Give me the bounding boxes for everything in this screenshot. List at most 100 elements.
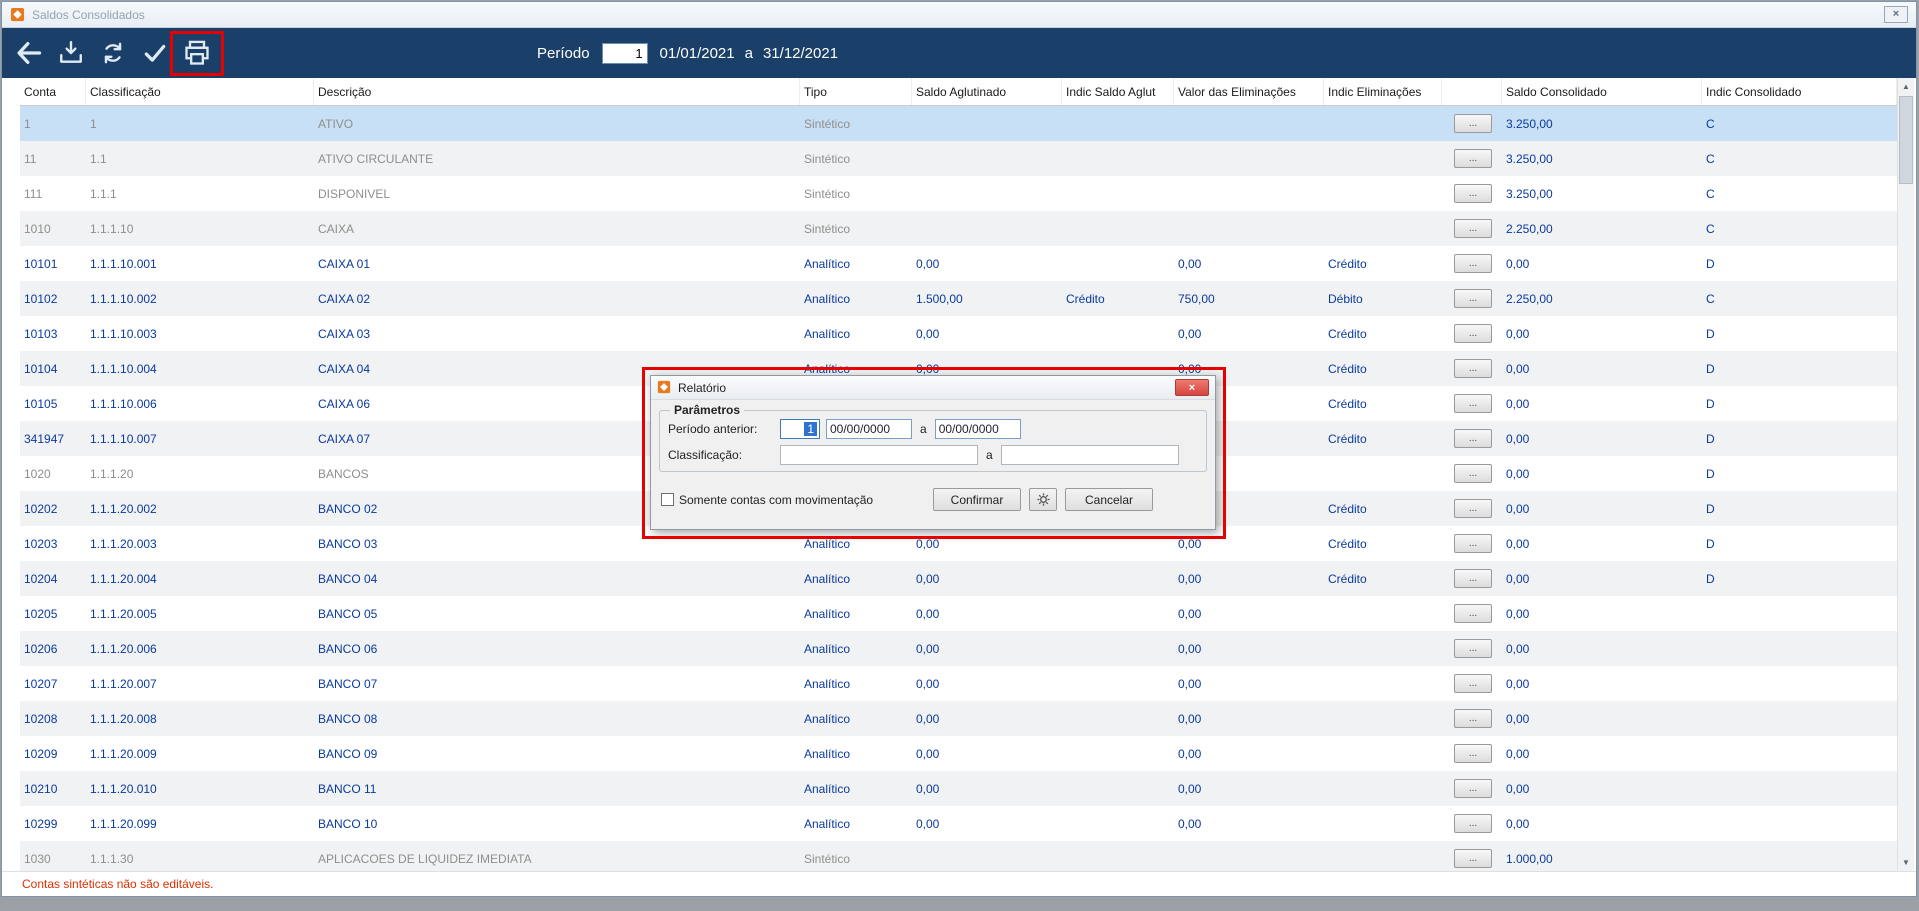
table-row[interactable]: 11 1.1 ATIVO CIRCULANTE Sintético... 3.250,0…: [20, 141, 1897, 176]
column-header-descricao[interactable]: Descrição: [314, 78, 800, 105]
settings-button[interactable]: [1029, 488, 1057, 511]
status-message: Contas sintéticas não são editáveis.: [22, 877, 214, 891]
cell-saldo_aglutinado: 1.500,00: [916, 291, 963, 306]
row-detail-button[interactable]: ...: [1454, 639, 1492, 658]
column-header-tipo[interactable]: Tipo: [800, 78, 912, 105]
row-detail-button[interactable]: ...: [1454, 254, 1492, 273]
table-row[interactable]: 1030 1.1.1.30 APLICACOES DE LIQUIDEZ IMEDI…: [20, 841, 1897, 871]
row-detail-button[interactable]: ...: [1454, 674, 1492, 693]
row-detail-button[interactable]: ...: [1454, 499, 1492, 518]
column-header-indic_eliminacoes[interactable]: Indic Eliminações: [1324, 78, 1442, 105]
table-row[interactable]: 10102 1.1.1.10.002 CAIXA 02 Analítico 1.500,…: [20, 281, 1897, 316]
classification-from-input[interactable]: [780, 445, 978, 465]
cell-descricao: BANCO 03: [318, 536, 378, 551]
confirm-button-toolbar[interactable]: [138, 33, 172, 73]
row-detail-button[interactable]: ...: [1454, 464, 1492, 483]
period-input[interactable]: [601, 42, 648, 64]
row-detail-button[interactable]: ...: [1454, 814, 1492, 833]
row-detail-button[interactable]: ...: [1454, 324, 1492, 343]
column-header-indic_consolidado[interactable]: Indic Consolidado: [1702, 78, 1897, 105]
date-to-input[interactable]: [934, 419, 1021, 439]
period-range-separator: a: [744, 44, 753, 62]
refresh-button[interactable]: [96, 33, 130, 73]
cell-classificacao: 1.1.1.20.007: [90, 676, 157, 691]
column-header-saldo_aglutinado[interactable]: Saldo Aglutinado: [912, 78, 1062, 105]
column-header-acoes[interactable]: [1442, 78, 1502, 105]
cell-tipo: Analítico: [804, 746, 851, 761]
table-row[interactable]: 10299 1.1.1.20.099 BANCO 10 Analítico 0,00 0,…: [20, 806, 1897, 841]
table-row[interactable]: 1 1 ATIVO Sintético... 3.250,00 C: [20, 106, 1897, 141]
cell-descricao: BANCO 04: [318, 571, 378, 586]
cell-indic_consolidado: D: [1706, 326, 1715, 341]
column-header-valor_eliminacoes[interactable]: Valor das Eliminações: [1174, 78, 1324, 105]
column-header-conta[interactable]: Conta: [20, 78, 86, 105]
table-row[interactable]: 10103 1.1.1.10.003 CAIXA 03 Analítico 0,00 0,…: [20, 316, 1897, 351]
row-detail-button[interactable]: ...: [1454, 779, 1492, 798]
row-detail-button[interactable]: ...: [1454, 114, 1492, 133]
date-from-input[interactable]: [826, 419, 912, 439]
cell-saldo_aglutinado: 0,00: [916, 746, 940, 761]
cell-acoes: ...: [1442, 674, 1502, 693]
cell-conta: 1: [24, 116, 31, 131]
table-row[interactable]: 10203 1.1.1.20.003 BANCO 03 Analítico 0,00 0,…: [20, 526, 1897, 561]
cancel-button[interactable]: Cancelar: [1065, 488, 1153, 511]
table-row[interactable]: 111 1.1.1 DISPONIVEL Sintético... 3.250,00 C: [20, 176, 1897, 211]
row-detail-button[interactable]: ...: [1454, 394, 1492, 413]
cell-valor_eliminacoes: 0,00: [1178, 711, 1202, 726]
cell-saldo_aglutinado: 0,00: [916, 256, 940, 271]
back-button[interactable]: [12, 33, 46, 73]
cell-classificacao: 1.1.1.20: [90, 466, 134, 481]
scroll-up-icon[interactable]: ▲: [1898, 78, 1914, 95]
table-row[interactable]: 10207 1.1.1.20.007 BANCO 07 Analítico 0,00 0,…: [20, 666, 1897, 701]
cell-valor_eliminacoes: 0,00: [1178, 746, 1202, 761]
cell-indic_consolidado: C: [1706, 186, 1715, 201]
cell-acoes: ...: [1442, 394, 1502, 413]
window-close-button[interactable]: ×: [1884, 6, 1908, 23]
row-detail-button[interactable]: ...: [1454, 709, 1492, 728]
column-header-indic_saldo_aglut[interactable]: Indic Saldo Aglut: [1062, 78, 1174, 105]
cell-descricao: BANCO 05: [318, 606, 378, 621]
period-dates: 01/01/2021 a 31/12/2021: [660, 45, 839, 62]
row-detail-button[interactable]: ...: [1454, 569, 1492, 588]
row-detail-button[interactable]: ...: [1454, 849, 1492, 868]
row-detail-button[interactable]: ...: [1454, 429, 1492, 448]
row-detail-button[interactable]: ...: [1454, 534, 1492, 553]
cell-saldo_consolidado: 3.250,00: [1506, 116, 1553, 131]
row-detail-button[interactable]: ...: [1454, 149, 1492, 168]
row-detail-button[interactable]: ...: [1454, 359, 1492, 378]
table-row[interactable]: 10204 1.1.1.20.004 BANCO 04 Analítico 0,00 0,…: [20, 561, 1897, 596]
movement-only-checkbox[interactable]: [661, 493, 674, 506]
cell-saldo_consolidado: 0,00: [1506, 641, 1530, 656]
cell-valor_eliminacoes: 0,00: [1178, 256, 1202, 271]
cell-saldo_consolidado: 0,00: [1506, 711, 1530, 726]
previous-period-input[interactable]: 1: [780, 419, 820, 439]
cell-valor_eliminacoes: 0,00: [1178, 536, 1202, 551]
row-detail-button[interactable]: ...: [1454, 184, 1492, 203]
row-detail-button[interactable]: ...: [1454, 219, 1492, 238]
table-row[interactable]: 10205 1.1.1.20.005 BANCO 05 Analítico 0,00 0,…: [20, 596, 1897, 631]
table-row[interactable]: 10208 1.1.1.20.008 BANCO 08 Analítico 0,00 0,…: [20, 701, 1897, 736]
row-detail-button[interactable]: ...: [1454, 604, 1492, 623]
row-detail-button[interactable]: ...: [1454, 289, 1492, 308]
print-button[interactable]: [180, 33, 214, 73]
scrollbar-thumb[interactable]: [1899, 96, 1913, 184]
cell-valor_eliminacoes: 0,00: [1178, 641, 1202, 656]
table-row[interactable]: 10209 1.1.1.20.009 BANCO 09 Analítico 0,00 0,…: [20, 736, 1897, 771]
cell-valor_eliminacoes: 750,00: [1178, 291, 1215, 306]
table-row[interactable]: 10101 1.1.1.10.001 CAIXA 01 Analítico 0,00 0,…: [20, 246, 1897, 281]
table-row[interactable]: 10206 1.1.1.20.006 BANCO 06 Analítico 0,00 0,…: [20, 631, 1897, 666]
table-row[interactable]: 10210 1.1.1.20.010 BANCO 11 Analítico 0,00 0,…: [20, 771, 1897, 806]
column-header-classificacao[interactable]: Classificação: [86, 78, 314, 105]
column-header-saldo_consolidado[interactable]: Saldo Consolidado: [1502, 78, 1702, 105]
confirm-button[interactable]: Confirmar: [933, 488, 1021, 511]
scroll-down-icon[interactable]: ▼: [1898, 854, 1914, 871]
dialog-close-button[interactable]: ×: [1175, 379, 1209, 396]
cell-descricao: CAIXA 04: [318, 361, 371, 376]
cell-acoes: ...: [1442, 324, 1502, 343]
classification-to-input[interactable]: [1000, 445, 1179, 465]
import-button[interactable]: [54, 33, 88, 73]
row-detail-button[interactable]: ...: [1454, 744, 1492, 763]
cell-acoes: ...: [1442, 499, 1502, 518]
vertical-scrollbar[interactable]: ▲ ▼: [1897, 78, 1914, 871]
table-row[interactable]: 1010 1.1.1.10 CAIXA Sintético... 2.250,00 C: [20, 211, 1897, 246]
